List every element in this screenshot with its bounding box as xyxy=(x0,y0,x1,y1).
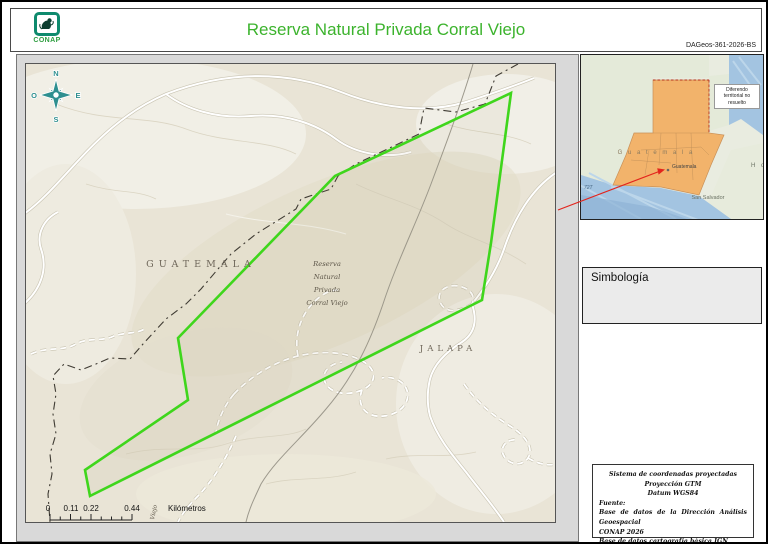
header-bar: CONAP Reserva Natural Privada Corral Vie… xyxy=(10,8,762,52)
axis-top xyxy=(17,55,578,64)
compass-n: N xyxy=(53,69,58,78)
scale-unit: Kilómetros xyxy=(168,504,206,513)
monkey-icon xyxy=(38,16,56,32)
credits-line: Sistema de coordenadas proyectadas xyxy=(599,470,747,480)
inset-city-label: Guatemala xyxy=(672,164,697,170)
label-department-jalapa: JALAPA xyxy=(419,344,476,354)
inset-map: G u a t e m a l a Guatemala San Salvador… xyxy=(580,54,764,220)
axis-right xyxy=(555,55,578,541)
scale-tick-044: 0.44 xyxy=(124,504,140,513)
credits-line: Base de datos cartografía básica IGN 201… xyxy=(599,537,747,544)
scale-tick-022: 0.22 xyxy=(83,504,99,513)
inset-zone-label: 72T xyxy=(584,185,594,191)
legend-box: Simbología xyxy=(582,267,762,324)
page-title: Reserva Natural Privada Corral Viejo xyxy=(11,9,761,50)
credits-line: CONAP 2026 xyxy=(599,528,747,538)
conap-logo-text: CONAP xyxy=(25,37,69,44)
inset-honduras-label: H o xyxy=(751,163,763,169)
svg-text:Reserva: Reserva xyxy=(312,260,341,268)
map-canvas: N E S O GUATEMALA JALAPA Reserva Natural… xyxy=(26,64,555,522)
legend-title: Simbología xyxy=(591,272,753,284)
svg-text:Corral Viejo: Corral Viejo xyxy=(306,299,347,307)
scale-tick-011: 0.11 xyxy=(64,504,80,513)
inset-territorial-note: Diferendo territorial no resuelto xyxy=(714,84,760,109)
map-sheet: CONAP Reserva Natural Privada Corral Vie… xyxy=(0,0,768,544)
inset-san-salvador-label: San Salvador xyxy=(691,195,724,201)
inset-svg: G u a t e m a l a Guatemala San Salvador… xyxy=(581,55,763,219)
credits-line: Fuente: xyxy=(599,499,747,509)
inset-country-label: G u a t e m a l a xyxy=(618,150,695,156)
compass-s: S xyxy=(53,115,58,124)
axis-left xyxy=(17,55,26,541)
svg-text:Privada: Privada xyxy=(313,286,340,294)
label-department-guatemala: GUATEMALA xyxy=(146,259,256,270)
svg-text:Natural: Natural xyxy=(313,273,341,281)
compass-o: O xyxy=(31,91,37,100)
map-svg: N E S O GUATEMALA JALAPA Reserva Natural… xyxy=(26,64,555,522)
conap-logo: CONAP xyxy=(25,12,69,49)
axis-bottom xyxy=(17,522,578,541)
credits-line: Proyección GTM xyxy=(599,480,747,490)
credits-line: Base de datos de la Dirección Análisis G… xyxy=(599,508,747,527)
credits-box: Sistema de coordenadas proyectadas Proye… xyxy=(592,464,754,538)
compass-e: E xyxy=(75,91,80,100)
credits-line: Datum WGS84 xyxy=(599,489,747,499)
sheet-code: DAGeos-361-2026-BS xyxy=(686,42,756,49)
scale-tick-0: 0 xyxy=(46,504,51,513)
conap-logo-icon xyxy=(34,12,60,36)
map-panel: N E S O GUATEMALA JALAPA Reserva Natural… xyxy=(16,54,579,542)
inset-city-dot xyxy=(667,169,670,172)
